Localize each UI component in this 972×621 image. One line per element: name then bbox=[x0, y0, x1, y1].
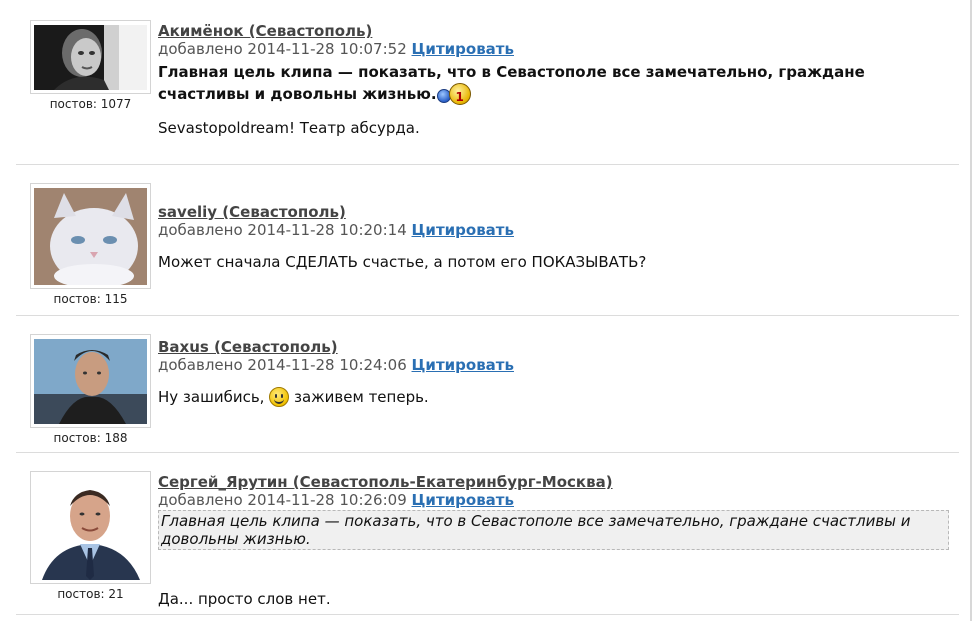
avatar-column: постов: 188 bbox=[30, 334, 151, 445]
avatar-image bbox=[34, 188, 147, 285]
avatar[interactable] bbox=[30, 471, 151, 584]
message-text: Главная цель клипа — показать, что в Сев… bbox=[158, 63, 865, 103]
post-count: постов: 1077 bbox=[49, 97, 132, 111]
post-count: постов: 21 bbox=[57, 587, 124, 601]
post-content: saveliy (Севастополь) добавлено 2014-11-… bbox=[158, 202, 949, 273]
author-name[interactable]: Сергей_Ярутин (Севастополь-Екатеринбург-… bbox=[158, 473, 613, 491]
avatar-image bbox=[34, 25, 147, 90]
post-count: постов: 115 bbox=[53, 292, 128, 306]
added-label: добавлено bbox=[158, 356, 243, 374]
post-timestamp: 2014-11-28 10:26:09 bbox=[247, 491, 407, 509]
post-meta: добавлено 2014-11-28 10:07:52 Цитировать bbox=[158, 40, 949, 58]
avatar[interactable] bbox=[30, 183, 151, 289]
post-timestamp: 2014-11-28 10:07:52 bbox=[247, 40, 407, 58]
post-timestamp: 2014-11-28 10:24:06 bbox=[247, 356, 407, 374]
post-count: постов: 188 bbox=[53, 431, 128, 445]
post-message: Ну зашибись, заживем теперь. bbox=[158, 386, 949, 408]
avatar[interactable] bbox=[30, 20, 151, 94]
post-message: Главная цель клипа — показать, что в Сев… bbox=[158, 61, 949, 108]
avatar[interactable] bbox=[30, 334, 151, 428]
quote-link[interactable]: Цитировать bbox=[412, 40, 514, 58]
forum-post: постов: 115 saveliy (Севастополь) добавл… bbox=[16, 183, 959, 316]
author-name[interactable]: Акимёнок (Севастополь) bbox=[158, 22, 372, 40]
post-timestamp: 2014-11-28 10:20:14 bbox=[247, 221, 407, 239]
quoted-message: Главная цель клипа — показать, что в Сев… bbox=[158, 510, 949, 550]
forum-post: постов: 1077 Акимёнок (Севастополь) доба… bbox=[16, 14, 959, 165]
post-content: Сергей_Ярутин (Севастополь-Екатеринбург-… bbox=[158, 472, 949, 610]
post-message: Да... просто слов нет. bbox=[158, 590, 331, 608]
post-message-secondary: Sevastopoldream! Театр абсурда. bbox=[158, 119, 420, 137]
author-name[interactable]: Baxus (Севастополь) bbox=[158, 338, 338, 356]
quote-link[interactable]: Цитировать bbox=[412, 491, 514, 509]
post-content: Baxus (Севастополь) добавлено 2014-11-28… bbox=[158, 337, 949, 408]
added-label: добавлено bbox=[158, 40, 243, 58]
added-label: добавлено bbox=[158, 491, 243, 509]
message-text-before: Ну зашибись, bbox=[158, 388, 265, 406]
quote-link[interactable]: Цитировать bbox=[412, 356, 514, 374]
post-meta: добавлено 2014-11-28 10:24:06 Цитировать bbox=[158, 356, 949, 374]
forum-post: постов: 21 Сергей_Ярутин (Севастополь-Ек… bbox=[16, 471, 959, 615]
author-name[interactable]: saveliy (Севастополь) bbox=[158, 203, 346, 221]
post-meta: добавлено 2014-11-28 10:20:14 Цитировать bbox=[158, 221, 949, 239]
post-meta: добавлено 2014-11-28 10:26:09 Цитировать bbox=[158, 491, 949, 509]
post-content: Акимёнок (Севастополь) добавлено 2014-11… bbox=[158, 21, 949, 139]
medal-emoticon-icon bbox=[436, 83, 473, 108]
avatar-image bbox=[34, 476, 147, 580]
smiley-icon bbox=[269, 387, 290, 407]
avatar-column: постов: 1077 bbox=[30, 20, 151, 111]
quote-link[interactable]: Цитировать bbox=[412, 221, 514, 239]
avatar-column: постов: 115 bbox=[30, 183, 151, 306]
forum-post: постов: 188 Baxus (Севастополь) добавлен… bbox=[16, 334, 959, 453]
forum-thread: постов: 1077 Акимёнок (Севастополь) доба… bbox=[0, 0, 972, 621]
avatar-column: постов: 21 bbox=[30, 471, 151, 601]
message-text-after: заживем теперь. bbox=[293, 388, 429, 406]
avatar-image bbox=[34, 339, 147, 424]
added-label: добавлено bbox=[158, 221, 243, 239]
post-message: Может сначала СДЕЛАТЬ счастье, а потом е… bbox=[158, 253, 647, 271]
